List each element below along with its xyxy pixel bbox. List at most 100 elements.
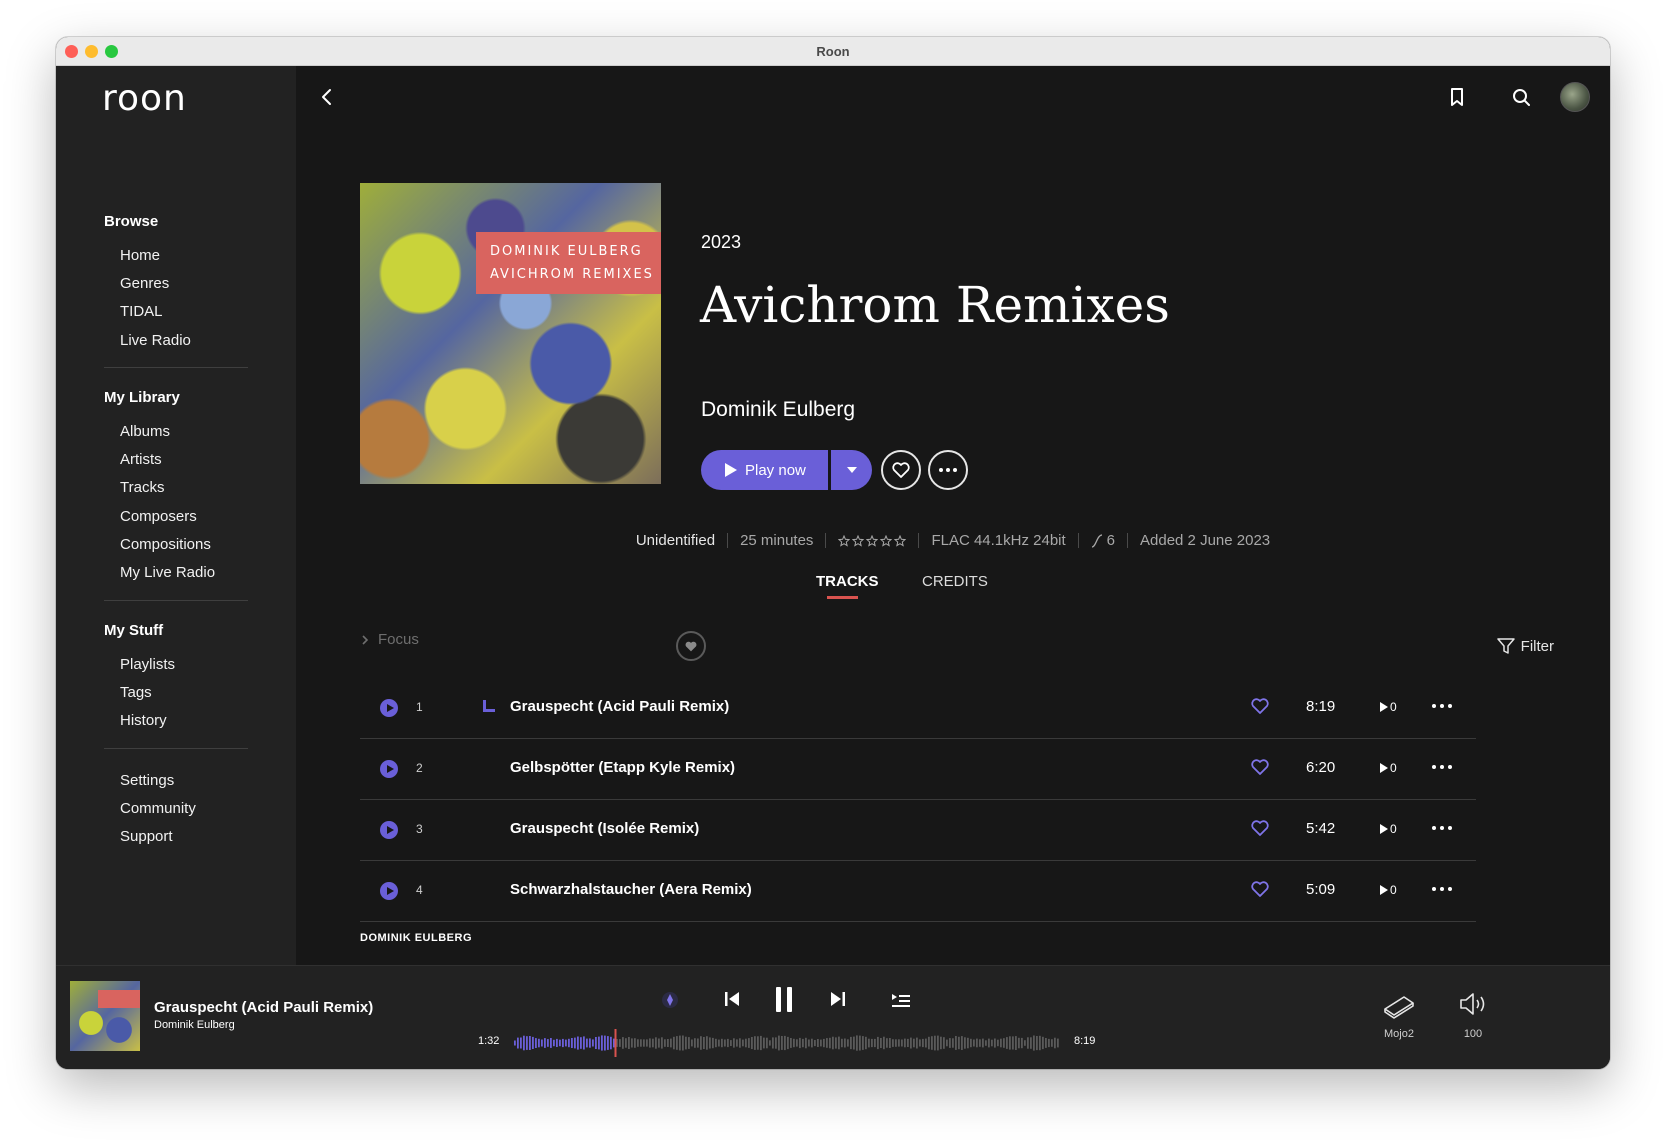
dynamic-range: 6	[1091, 532, 1115, 549]
sidebar-item-my-live-radio[interactable]: My Live Radio	[120, 564, 215, 581]
waveform-bar	[568, 1038, 570, 1048]
play-track-button[interactable]	[380, 821, 398, 839]
waveform-bar	[892, 1039, 894, 1047]
waveform-bar	[673, 1036, 675, 1050]
waveform-bar	[739, 1038, 741, 1048]
previous-track-icon[interactable]	[723, 990, 741, 1008]
waveform-bar	[904, 1038, 906, 1048]
play-track-button[interactable]	[380, 882, 398, 900]
focus-button[interactable]: Focus	[360, 631, 419, 648]
track-title[interactable]: Gelbspötter (Etapp Kyle Remix)	[510, 759, 735, 776]
radio-icon[interactable]	[661, 991, 679, 1009]
zone-device-icon[interactable]	[1382, 991, 1416, 1021]
waveform-bar	[592, 1039, 594, 1047]
queue-icon[interactable]	[891, 991, 911, 1009]
play-track-button[interactable]	[380, 699, 398, 717]
next-track-icon[interactable]	[829, 990, 847, 1008]
star-icon[interactable]	[894, 534, 907, 547]
track-title[interactable]: Schwarzhalstaucher (Aera Remix)	[510, 881, 752, 898]
sidebar-item-home[interactable]: Home	[120, 247, 160, 264]
profile-avatar[interactable]	[1560, 82, 1590, 112]
sidebar-item-composers[interactable]: Composers	[120, 508, 197, 525]
zone-name[interactable]: Mojo2	[1382, 1028, 1416, 1040]
track-row[interactable]: 2 Gelbspötter (Etapp Kyle Remix) 6:20 0	[360, 739, 1476, 800]
sidebar-item-history[interactable]: History	[120, 712, 167, 729]
favorite-album-button[interactable]	[881, 450, 921, 490]
waveform-bar	[826, 1038, 828, 1048]
track-row[interactable]: 1 Grauspecht (Acid Pauli Remix) 8:19 0	[360, 678, 1476, 739]
heart-icon[interactable]	[1250, 880, 1270, 898]
play-icon	[725, 463, 737, 477]
waveform-bar	[538, 1038, 540, 1048]
track-row[interactable]: 4 Schwarzhalstaucher (Aera Remix) 5:09 0	[360, 861, 1476, 922]
playhead[interactable]	[614, 1029, 617, 1057]
album-artist-link[interactable]: Dominik Eulberg	[701, 398, 855, 422]
track-title[interactable]: Grauspecht (Acid Pauli Remix)	[510, 698, 729, 715]
sidebar-item-settings[interactable]: Settings	[120, 772, 174, 789]
tab-tracks[interactable]: TRACKS	[816, 573, 879, 590]
sidebar-item-support[interactable]: Support	[120, 828, 173, 845]
filter-button[interactable]: Filter	[1496, 638, 1554, 655]
sidebar-item-genres[interactable]: Genres	[120, 275, 169, 292]
progress-waveform[interactable]	[514, 1029, 1060, 1057]
elapsed-time: 1:32	[478, 1035, 500, 1047]
star-icon[interactable]	[880, 534, 893, 547]
volume-icon[interactable]	[1458, 991, 1488, 1017]
roon-logo[interactable]: roon	[102, 78, 187, 119]
total-time: 8:19	[1074, 1035, 1096, 1047]
sidebar-item-playlists[interactable]: Playlists	[120, 656, 175, 673]
waveform-bar	[865, 1036, 867, 1050]
filter-funnel-icon	[1496, 638, 1515, 654]
track-play-count: 0	[1380, 883, 1397, 897]
heart-icon[interactable]	[1250, 697, 1270, 715]
identification-status[interactable]: Unidentified	[636, 532, 715, 549]
active-tab-indicator	[827, 596, 858, 599]
now-playing-artist[interactable]: Dominik Eulberg	[154, 1019, 235, 1031]
album-more-button[interactable]	[928, 450, 968, 490]
waveform-bar	[718, 1039, 720, 1047]
now-playing-indicator-icon	[483, 700, 495, 712]
waveform-bar	[577, 1036, 579, 1050]
favorites-filter-button[interactable]	[676, 631, 706, 661]
heart-icon[interactable]	[1250, 758, 1270, 776]
now-playing-title[interactable]: Grauspecht (Acid Pauli Remix)	[154, 999, 373, 1016]
cover-artist-text: DOMINIK EULBERG	[490, 244, 643, 259]
track-more-button[interactable]	[1432, 765, 1452, 769]
waveform-bar	[907, 1038, 909, 1047]
sidebar-item-community[interactable]: Community	[120, 800, 196, 817]
sidebar-item-live-radio[interactable]: Live Radio	[120, 332, 191, 349]
waveform-bar	[1018, 1037, 1020, 1049]
bookmark-icon[interactable]	[1446, 86, 1468, 108]
volume-level[interactable]: 100	[1458, 1028, 1488, 1040]
star-icon[interactable]	[838, 534, 851, 547]
track-more-button[interactable]	[1432, 887, 1452, 891]
play-options-dropdown[interactable]	[831, 450, 872, 490]
sidebar-item-artists[interactable]: Artists	[120, 451, 162, 468]
waveform-bar	[922, 1038, 924, 1048]
play-count-value: 0	[1390, 761, 1397, 775]
heart-icon[interactable]	[1250, 819, 1270, 837]
star-icon[interactable]	[866, 534, 879, 547]
now-playing-cover[interactable]	[70, 981, 140, 1051]
search-icon[interactable]	[1510, 86, 1532, 108]
waveform-bar	[634, 1038, 636, 1048]
waveform-bar	[898, 1039, 900, 1047]
sidebar-item-albums[interactable]: Albums	[120, 423, 170, 440]
tab-credits[interactable]: CREDITS	[922, 573, 988, 590]
pause-button[interactable]	[776, 987, 792, 1012]
track-row[interactable]: 3 Grauspecht (Isolée Remix) 5:42 0	[360, 800, 1476, 861]
track-more-button[interactable]	[1432, 704, 1452, 708]
track-more-button[interactable]	[1432, 826, 1452, 830]
sidebar-item-tidal[interactable]: TIDAL	[120, 303, 163, 320]
play-track-button[interactable]	[380, 760, 398, 778]
waveform-bar	[760, 1035, 762, 1051]
sidebar-item-tags[interactable]: Tags	[120, 684, 152, 701]
rating-stars[interactable]	[838, 534, 907, 547]
sidebar-item-tracks[interactable]: Tracks	[120, 479, 164, 496]
play-now-button[interactable]: Play now	[701, 450, 828, 490]
album-cover[interactable]: DOMINIK EULBERG AVICHROM REMIXES	[360, 183, 661, 484]
star-icon[interactable]	[852, 534, 865, 547]
back-arrow-icon[interactable]	[316, 86, 338, 108]
sidebar-item-compositions[interactable]: Compositions	[120, 536, 211, 553]
track-title[interactable]: Grauspecht (Isolée Remix)	[510, 820, 699, 837]
